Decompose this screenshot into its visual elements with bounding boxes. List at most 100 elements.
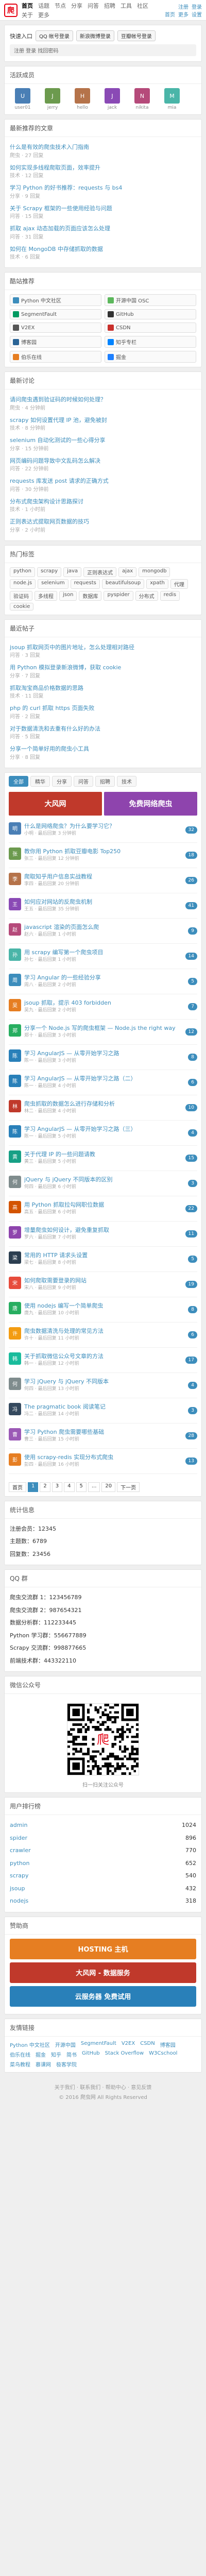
avatar[interactable]: 赵 <box>9 923 21 936</box>
avatar[interactable]: 林 <box>9 1099 21 1112</box>
topic-title-link[interactable]: 如何爬取需要登录的网站 <box>24 1277 87 1284</box>
hot-topic-item[interactable]: 学习 Python 的好书推荐：requests 与 bs4 分享 · 9 回复 <box>10 182 196 202</box>
topic-title-link[interactable]: 爬取知乎用户信息实战教程 <box>24 873 92 880</box>
topic-title-link[interactable]: 学习 AngularJS — 从零开始学习之路 <box>24 1050 119 1057</box>
oauth-login-button[interactable]: QQ 帐号登录 <box>36 30 73 41</box>
topic-tab[interactable]: 精华 <box>30 775 50 787</box>
recent-item-link[interactable]: 用 Python 模拟登录新浪微博，获取 cookie <box>10 664 121 671</box>
avatar[interactable]: 陈 <box>9 1049 21 1062</box>
topic-row[interactable]: 林爬虫抓取的数据怎么进行存储和分析 林二 · 最后回复 4 小时前 10 <box>9 1095 197 1121</box>
avatar[interactable]: J <box>105 88 120 104</box>
recent-item[interactable]: 用 Python 模拟登录新浪微博，获取 cookie 分享 · 7 回复 <box>10 662 196 682</box>
friend-link[interactable]: GitHub <box>82 2050 100 2058</box>
sponsor-ad[interactable]: HOSTING 主机 <box>10 1938 196 1959</box>
topic-title-link[interactable]: 用 scrapy 编写第一个爬虫项目 <box>24 949 104 956</box>
rank-user-link[interactable]: scrapy <box>10 1872 29 1880</box>
latest-item-link[interactable]: 正则表达式提取网页数据的技巧 <box>10 518 89 525</box>
qq-group-item[interactable]: 前端技术群：443322110 <box>10 1655 196 1668</box>
avatar[interactable]: 明 <box>9 822 21 835</box>
site-link[interactable]: V2EX <box>10 323 101 333</box>
topic-title-link[interactable]: 关于抓取微信公众号文章的方法 <box>24 1353 104 1360</box>
friend-link[interactable]: 极客学院 <box>56 2060 77 2068</box>
member-name[interactable]: mia <box>159 105 185 110</box>
footer-links[interactable]: 关于我们 · 联系我们 · 帮助中心 · 意见反馈 <box>4 2083 202 2091</box>
tag-item[interactable]: node.js <box>10 579 36 589</box>
topic-row[interactable]: 冯 The pragmatic book 阅读笔记 冯二 · 最后回复 14 小时前… <box>9 1398 197 1423</box>
pager-item[interactable]: 1 <box>28 1482 39 1492</box>
member-name[interactable]: jerry <box>40 105 65 110</box>
friend-link[interactable]: 菜鸟教程 <box>10 2060 30 2068</box>
rank-user-link[interactable]: crawler <box>10 1846 31 1855</box>
topic-tab[interactable]: 分享 <box>52 775 72 787</box>
oauth-login-button[interactable]: 豆瓣帐号登录 <box>117 30 156 41</box>
member-name[interactable]: nikita <box>129 105 155 110</box>
avatar[interactable]: M <box>164 88 180 104</box>
latest-item-link[interactable]: selenium 自动化测试的一些心得分享 <box>10 437 106 444</box>
latest-item-link[interactable]: requests 库发送 post 请求的正确方式 <box>10 478 109 484</box>
topic-title-link[interactable]: 关于代理 IP 的一些问题请教 <box>24 1151 95 1158</box>
topic-row[interactable]: 明什么是网络爬虫？为什么要学习它？ 小明 · 最后回复 3 分钟前 32 <box>9 818 197 843</box>
rank-item[interactable]: crawler 770 <box>10 1844 196 1857</box>
header-link[interactable]: 登录 <box>192 3 202 10</box>
nav-item[interactable]: 工具 <box>121 2 132 10</box>
latest-item-link[interactable]: 网页编码问题导致中文乱码怎么解决 <box>10 457 100 464</box>
avatar[interactable]: N <box>134 88 150 104</box>
tag-item[interactable]: selenium <box>38 579 68 589</box>
topic-row[interactable]: 陈学习 AngularJS — 从零开始学习之路 陈一 · 最后回复 3 小时前 8 <box>9 1045 197 1070</box>
site-link[interactable]: Python 中文社区 <box>10 294 101 306</box>
latest-item[interactable]: 正则表达式提取网页数据的技巧 分享 · 2 小时前 <box>10 516 196 536</box>
friend-link[interactable]: Stack Overflow <box>105 2050 144 2058</box>
topic-row[interactable]: 何学习 jQuery 与 jQuery 不同版本 何四 · 最后回复 13 小时前… <box>9 1373 197 1398</box>
latest-item-link[interactable]: scrapy 如何设置代理 IP 池，避免被封 <box>10 417 107 423</box>
recent-item[interactable]: jsoup 抓取网页中的图片地址，怎么处理相对路径 问答 · 3 回复 <box>10 641 196 662</box>
topic-row[interactable]: 许爬虫数据清洗与处理的常见方法 许十 · 最后回复 11 小时前 6 <box>9 1323 197 1348</box>
rank-user-link[interactable]: admin <box>10 1821 27 1830</box>
tag-item[interactable]: scrapy <box>37 567 62 577</box>
avatar[interactable]: 冯 <box>9 1402 21 1415</box>
site-link[interactable]: GitHub <box>105 309 196 319</box>
pager-item[interactable]: 下一页 <box>117 1482 140 1492</box>
tag-item[interactable]: redis <box>160 590 180 601</box>
rank-user-link[interactable]: jsoup <box>10 1885 25 1893</box>
qq-group-item[interactable]: Scrapy 交流群：998877665 <box>10 1642 196 1655</box>
avatar[interactable]: 周 <box>9 973 21 986</box>
header-sublink[interactable]: 首页 <box>165 10 175 18</box>
qq-group-item[interactable]: 爬虫交流群 2：987654321 <box>10 1604 196 1617</box>
topic-title-link[interactable]: 增量爬虫如何设计，避免重复抓取 <box>24 1227 109 1233</box>
friend-link[interactable]: W3Cschool <box>149 2050 177 2058</box>
hot-topic-item[interactable]: 抓取 ajax 动态加载的页面应该怎么处理 问答 · 31 回复 <box>10 223 196 243</box>
recent-item[interactable]: php 的 curl 抓取 https 页面失败 问答 · 2 回复 <box>10 702 196 723</box>
topic-row[interactable]: 郑分享一个 Node.js 写的爬虫框架 — Node.js the right… <box>9 1020 197 1045</box>
friend-link[interactable]: 开源中国 <box>55 2041 76 2048</box>
recent-item[interactable]: 抓取淘宝商品价格数据的思路 技术 · 11 回复 <box>10 682 196 703</box>
member-name[interactable]: hello <box>70 105 95 110</box>
rank-item[interactable]: jsoup 432 <box>10 1883 196 1895</box>
member-item[interactable]: Mmia <box>159 88 185 110</box>
topic-title-link[interactable]: 分享一个 Node.js 写的爬虫框架 — Node.js the right … <box>24 1025 176 1031</box>
site-link[interactable]: 伯乐在线 <box>10 351 101 363</box>
member-name[interactable]: user01 <box>10 105 36 110</box>
pager-item[interactable]: 3 <box>52 1482 63 1492</box>
nav-item[interactable]: 节点 <box>55 2 66 10</box>
nav-item[interactable]: 首页 <box>22 2 33 10</box>
latest-item[interactable]: 网页编码问题导致中文乱码怎么解决 问答 · 22 分钟前 <box>10 455 196 476</box>
avatar[interactable]: 吴 <box>9 998 21 1011</box>
pager-item[interactable]: 5 <box>76 1482 87 1492</box>
avatar[interactable]: 韩 <box>9 1352 21 1365</box>
friend-link[interactable]: CSDN <box>140 2041 155 2048</box>
friend-link[interactable]: 知乎 <box>51 2050 61 2058</box>
tag-item[interactable]: ajax <box>118 567 137 577</box>
topic-title-link[interactable]: The pragmatic book 阅读笔记 <box>24 1403 106 1410</box>
rank-item[interactable]: admin 1024 <box>10 1819 196 1832</box>
nav-item[interactable]: 更多 <box>38 11 49 19</box>
site-link[interactable]: CSDN <box>105 323 196 333</box>
member-item[interactable]: Jjack <box>99 88 125 110</box>
topic-row[interactable]: 吴 jsoup 抓取，提示 403 forbidden 吴九 · 最后回复 2 小时… <box>9 994 197 1020</box>
qq-group-item[interactable]: 数据分析群：112233445 <box>10 1617 196 1630</box>
topic-row[interactable]: 孙用 scrapy 编写第一个爬虫项目 孙七 · 最后回复 1 小时前 14 <box>9 944 197 969</box>
topic-title-link[interactable]: 使用 scrapy-redis 实现分布式爬虫 <box>24 1454 113 1461</box>
tag-item[interactable]: cookie <box>10 602 34 611</box>
tag-item[interactable]: java <box>63 567 82 577</box>
topic-title-link[interactable]: 学习 AngularJS — 从零开始学习之路（二） <box>24 1075 136 1082</box>
tag-item[interactable]: 数据库 <box>79 590 102 601</box>
